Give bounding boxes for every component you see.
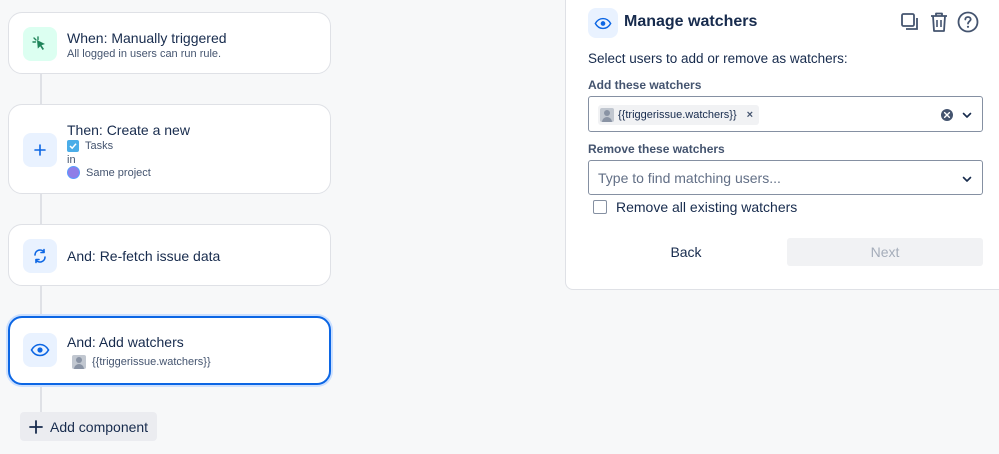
watchers-value-row: {{triggerissue.watchers}} (72, 355, 211, 369)
chevron-down-icon[interactable] (960, 172, 974, 186)
duplicate-icon[interactable] (898, 10, 922, 34)
remove-watchers-select[interactable]: Type to find matching users... (588, 160, 983, 195)
flow-connector (40, 194, 42, 225)
add-watchers-card[interactable]: And: Add watchers {{triggerissue.watcher… (8, 316, 331, 385)
user-avatar-icon (600, 108, 614, 122)
add-watchers-select[interactable]: {{triggerissue.watchers}} × (588, 96, 983, 132)
project-avatar-icon (67, 166, 80, 179)
create-issue-card[interactable]: Then: Create a new Tasks in Same project (8, 104, 331, 194)
refetch-title: And: Re-fetch issue data (67, 248, 221, 264)
refresh-icon (23, 239, 57, 273)
plus-icon (29, 419, 43, 434)
issue-type-row: Tasks (67, 140, 113, 152)
plus-icon (23, 133, 57, 167)
panel-instruction: Select users to add or remove as watcher… (588, 51, 848, 66)
manage-watchers-panel: Manage watchers Select users to add or r… (565, 0, 999, 290)
remove-all-checkbox[interactable] (593, 200, 607, 214)
back-button[interactable]: Back (588, 238, 784, 266)
add-component-button[interactable]: Add component (20, 412, 157, 441)
create-title: Then: Create a new (67, 122, 190, 138)
remove-all-checkbox-row[interactable]: Remove all existing watchers (593, 199, 797, 215)
watcher-chip-label: {{triggerissue.watchers}} (618, 109, 737, 121)
clear-selection-icon[interactable] (940, 108, 954, 122)
cursor-click-icon (23, 27, 57, 61)
checkbox-task-icon (67, 140, 79, 152)
chevron-down-icon[interactable] (960, 108, 974, 122)
add-watchers-title: And: Add watchers (67, 334, 184, 350)
panel-title: Manage watchers (624, 13, 758, 30)
watchers-value: {{triggerissue.watchers}} (92, 356, 211, 368)
eye-icon (23, 333, 57, 367)
issue-type-label: Tasks (85, 140, 114, 152)
next-button[interactable]: Next (787, 238, 983, 266)
user-avatar-icon (72, 355, 86, 369)
remove-chip-icon[interactable]: × (747, 109, 753, 121)
flow-connector (40, 385, 42, 413)
eye-icon (588, 8, 618, 38)
add-component-label: Add component (50, 418, 149, 435)
remove-watchers-placeholder: Type to find matching users... (598, 170, 781, 186)
remove-all-label: Remove all existing watchers (616, 199, 798, 215)
refetch-card[interactable]: And: Re-fetch issue data (8, 224, 331, 286)
help-icon[interactable] (956, 10, 980, 34)
trigger-title: When: Manually triggered (67, 30, 227, 46)
project-row: Same project (67, 166, 151, 179)
trash-icon[interactable] (927, 10, 951, 34)
trigger-card[interactable]: When: Manually triggered All logged in u… (8, 12, 331, 74)
flow-connector (40, 74, 42, 105)
remove-watchers-label: Remove these watchers (588, 142, 725, 156)
add-watchers-label: Add these watchers (588, 78, 702, 92)
in-label: in (67, 154, 76, 166)
trigger-subtitle: All logged in users can run rule. (67, 48, 222, 60)
project-label: Same project (86, 166, 151, 179)
watcher-chip: {{triggerissue.watchers}} × (598, 105, 760, 125)
flow-connector (40, 286, 42, 317)
